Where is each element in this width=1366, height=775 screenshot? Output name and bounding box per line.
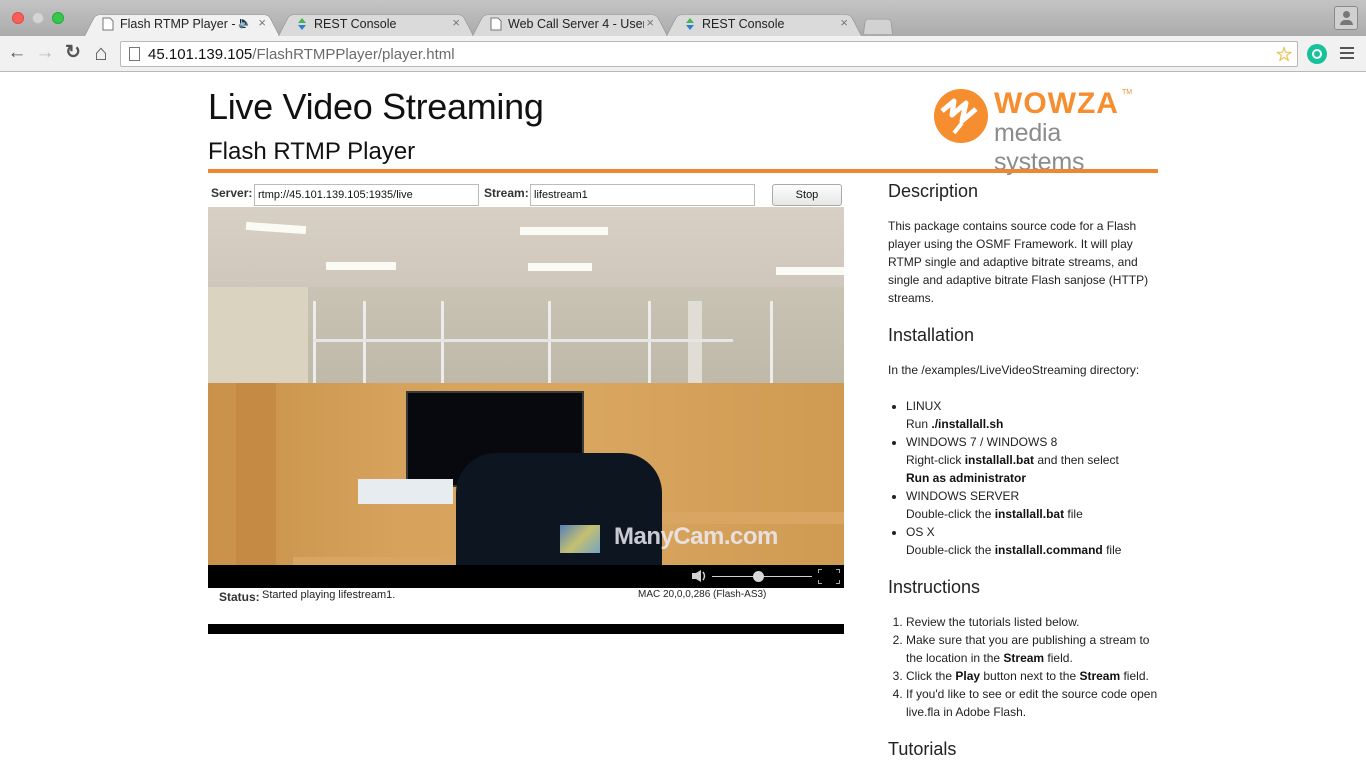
list-item: Review the tutorials listed below. [906,613,1158,631]
list-item: LINUX Run ./installall.sh [906,397,1158,433]
list-item: Make sure that you are publishing a stre… [906,631,1158,667]
tab-close-icon[interactable]: × [258,15,266,30]
tab-title: Flash RTMP Player - Live Video Streaming [120,17,246,31]
page-subtitle: Flash RTMP Player [208,138,416,165]
status-label: Status: [219,590,260,604]
list-item: If you'd like to see or edit the source … [906,685,1158,721]
flash-version: MAC 20,0,0,286 (Flash-AS3) [638,589,767,600]
grammarly-extension-icon[interactable] [1307,44,1327,64]
stream-label: Stream: [484,186,529,200]
home-button[interactable]: ⌂ [90,42,112,64]
window-close-button[interactable] [12,12,24,24]
tab-web-call-server[interactable]: Web Call Server 4 - User Guide × [472,11,668,36]
page-icon [490,17,502,31]
status-text: Started playing lifestream1. [262,589,396,601]
tab-rest-console-1[interactable]: REST Console × [278,11,474,36]
browser-menu-icon[interactable] [1340,47,1354,62]
fullscreen-icon[interactable] [818,569,840,584]
stop-button[interactable]: Stop [772,184,842,206]
bookmark-star-icon[interactable]: ☆ [1275,42,1293,67]
video-player[interactable]: ManyCam.com [208,207,844,588]
server-input[interactable] [254,184,479,206]
url-text[interactable]: 45.101.139.105/FlashRTMPPlayer/player.ht… [148,46,455,63]
manycam-logo-icon [560,525,600,553]
web-page: Live Video Streaming Flash RTMP Player W… [0,73,1366,768]
tutorials-heading: Tutorials [888,739,957,759]
back-button[interactable]: ← [6,42,28,64]
profile-button[interactable] [1334,6,1358,30]
window-zoom-button[interactable] [52,12,64,24]
page-icon [102,17,114,31]
player-controls [208,565,844,588]
rest-console-icon [686,18,694,30]
logo-trademark: TM [1122,89,1133,96]
tab-rest-console-2[interactable]: REST Console × [666,11,862,36]
address-bar[interactable]: 45.101.139.105/FlashRTMPPlayer/player.ht… [120,41,1298,67]
browser-titlebar: Flash RTMP Player - Live Video Streaming… [0,0,1366,36]
instructions-list: Review the tutorials listed below. Make … [906,613,1158,721]
new-tab-button[interactable] [863,18,893,34]
list-item: Click the Play button next to the Stream… [906,667,1158,685]
tab-close-icon[interactable]: × [452,15,460,30]
wowza-logo: WOWZA TM media systems [932,85,1133,176]
sidebar: Description This package contains source… [888,181,1158,775]
forward-button[interactable]: → [34,42,56,64]
page-icon [129,47,140,61]
description-text: This package contains source code for a … [888,219,1149,305]
installation-heading: Installation [888,325,975,345]
tab-title: REST Console [702,17,785,31]
header-divider [208,169,1158,173]
list-item: WINDOWS SERVER Double-click the installa… [906,487,1158,523]
volume-icon[interactable] [691,569,707,583]
list-item: OS X Double-click the installall.command… [906,523,1158,559]
rest-console-icon [298,18,306,30]
page-title: Live Video Streaming [208,86,544,127]
wowza-logo-icon [934,89,988,143]
stream-input[interactable] [530,184,755,206]
instructions-heading: Instructions [888,577,981,597]
video-watermark: ManyCam.com [614,523,778,550]
logo-brand: WOWZA [994,87,1119,120]
description-heading: Description [888,181,979,201]
video-frame: ManyCam.com [208,207,844,569]
window-minimize-button[interactable] [32,12,44,24]
volume-slider-thumb[interactable] [752,571,764,582]
tab-flash-rtmp-player[interactable]: Flash RTMP Player - Live Video Streaming… [84,11,280,36]
installation-intro: In the /examples/LiveVideoStreaming dire… [888,363,1140,377]
browser-toolbar: ← → ↻ ⌂ 45.101.139.105/FlashRTMPPlayer/p… [0,36,1366,72]
tab-close-icon[interactable]: × [646,15,654,30]
tab-title: Web Call Server 4 - User Guide [508,17,644,31]
audio-playing-icon[interactable]: 🔈 [238,16,252,29]
user-icon [1343,11,1350,18]
tab-title: REST Console [314,17,397,31]
player-bottom-bar [208,624,844,634]
tab-close-icon[interactable]: × [840,15,848,30]
reload-button[interactable]: ↻ [62,42,84,64]
list-item: WINDOWS 7 / WINDOWS 8 Right-click instal… [906,433,1158,487]
installation-list: LINUX Run ./installall.sh WINDOWS 7 / WI… [906,397,1158,559]
server-label: Server: [211,186,253,200]
